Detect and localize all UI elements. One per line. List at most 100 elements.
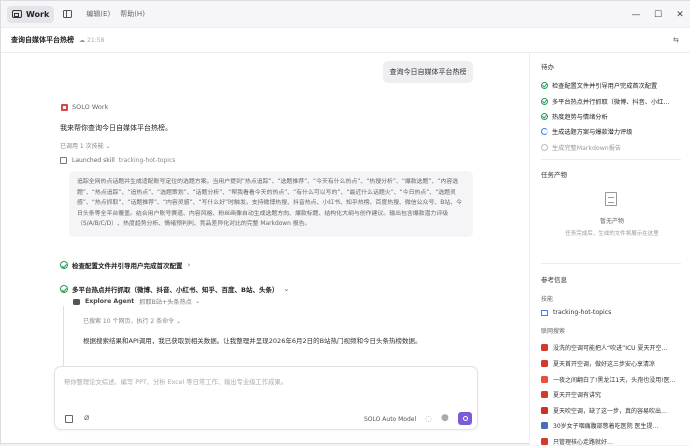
chat-bubble-icon[interactable]: ◌ [425, 414, 432, 423]
explore-agent-task: 抓取B站+头条热点 [139, 299, 192, 306]
chat-area: 查询今日自媒体平台热榜 SOLO Work 我来帮你查询今日自媒体平台热榜。 已… [1, 53, 529, 445]
products-title: 任务产物 [541, 171, 567, 179]
chevron-down-icon: ⌄ [283, 285, 290, 293]
app-name: Work [26, 9, 50, 19]
send-button[interactable] [458, 412, 472, 425]
reference-title: 参考信息 [541, 276, 567, 284]
news-source-icon [541, 422, 548, 429]
news-source-icon [541, 360, 548, 367]
maximize-button[interactable]: ☐ [647, 1, 669, 28]
chevron-right-icon: › [187, 261, 191, 269]
microphone-icon[interactable]: ● [441, 413, 449, 423]
launched-skill-label: Launched skill [72, 157, 115, 164]
news-item[interactable]: 夏天开空调有讲究 [541, 390, 690, 399]
robot-icon [73, 298, 80, 305]
solo-logo-icon [61, 103, 68, 111]
task-config[interactable]: 检查配置文件并引导用户完成首次配置 › [60, 260, 190, 270]
news-source-icon [541, 407, 548, 414]
book-icon [541, 309, 548, 316]
document-icon [605, 192, 617, 206]
workspace-tab[interactable]: Work [7, 5, 55, 23]
agent-header: SOLO Work [61, 103, 108, 111]
skill-link[interactable]: tracking-hot-topics [541, 309, 611, 316]
agent-intro: 我来帮你查询今日自媒体平台热榜。 [60, 124, 172, 132]
news-title: 夏天吹空调，缺了这一步，真的容易吹出… [553, 408, 668, 415]
products-empty-state: 暂无产物 任务完成后，生成的文件将展示在这里 [541, 183, 683, 258]
todo-label: 热度趋势与情绪分析 [552, 114, 608, 121]
launched-skill[interactable]: Launched skill tracking-hot-topics [60, 157, 175, 164]
todo-item: 多平台热点并行抓取（微博、抖音、小红… [541, 97, 670, 106]
app-window: Work 编辑(E) 帮助(H) — ☐ ✕ 查询自媒体平台热榜 ☁ 21:58… [0, 0, 690, 446]
divider [541, 263, 681, 264]
news-item[interactable]: 一夜之间翻白了!黑龙江1天，头孢也没用!医… [541, 375, 690, 384]
explore-agent-name: Explore Agent [85, 298, 135, 305]
result-text: 根据搜索结果和API调用，我已获取到相关数据。让我整理并呈现2026年6月2日的… [83, 337, 422, 345]
check-circle-icon [541, 82, 548, 89]
todo-item: 检查配置文件并引导用户完成首次配置 [541, 81, 657, 90]
attach-image-icon[interactable] [65, 415, 73, 423]
news-title: 一夜之间翻白了!黑龙江1天，头孢也没用!医… [553, 377, 676, 384]
web-search-label: 联网搜索 [541, 328, 566, 335]
todo-title: 待办 [541, 63, 554, 71]
book-icon [60, 157, 67, 164]
news-title: 夏天开空调有讲究 [553, 392, 602, 399]
todo-label: 生成完整Markdown报告 [552, 145, 622, 152]
input-placeholder: 帮你整理论文综述、编写 PPT、分析 Excel 等日常工作、输出专业级工作成果… [64, 379, 288, 386]
skill-link-label: tracking-hot-topics [553, 309, 612, 316]
divider [541, 159, 681, 160]
close-button[interactable]: ✕ [669, 1, 690, 28]
todo-item: 生成选题方案与爆款潜力评级 [541, 127, 632, 136]
user-message: 查询今日自媒体平台热榜 [383, 61, 473, 83]
todo-item: 热度趋势与情绪分析 [541, 112, 608, 121]
title-bar: Work 编辑(E) 帮助(H) — ☐ ✕ [1, 1, 690, 28]
news-title: 夏天首开空调，做好这三步安心享清凉 [553, 361, 656, 368]
minimize-button[interactable]: — [625, 1, 647, 28]
task-fetch-label: 多平台热点并行抓取（微博、抖音、小红书、知乎、百度、B站、头条） [72, 286, 279, 294]
menu-help[interactable]: 帮助(H) [120, 9, 145, 19]
news-item[interactable]: 夏天首开空调，做好这三步安心享清凉 [541, 359, 690, 368]
paperclip-icon[interactable]: ⌀ [84, 413, 89, 423]
skills-label: 技能 [541, 296, 554, 303]
menu-edit[interactable]: 编辑(E) [86, 9, 110, 19]
skill-description: 追踪全网热点话题并生成适配账号定位的选题方案。当用户提到“热点追踪”、“选题推荐… [69, 171, 473, 237]
products-empty-label: 暂无产物 [599, 218, 624, 225]
products-hint: 任务完成后，生成的文件将展示在这里 [565, 231, 659, 237]
check-circle-icon [541, 98, 548, 105]
right-panel: 待办 检查配置文件并引导用户完成首次配置 多平台热点并行抓取（微博、抖音、小红…… [529, 53, 690, 446]
task-fetch[interactable]: 多平台热点并行抓取（微博、抖音、小红书、知乎、百度、B站、头条） ⌄ [60, 284, 289, 294]
tools-used-toggle[interactable]: 已调用 1 次技能 ⌄ [60, 141, 111, 150]
search-summary[interactable]: 已搜索 10 个网页，执行 2 条命令 ⌄ [83, 316, 181, 325]
check-circle-icon [541, 113, 548, 120]
pending-circle-icon [541, 144, 548, 151]
agent-name: SOLO Work [72, 103, 109, 111]
cloud-icon: ☁ [79, 36, 85, 44]
conversation-header: 查询自媒体平台热榜 ☁ 21:58 ⇆ [1, 28, 690, 53]
news-item[interactable]: 没洗的空调可能把人“吹进”ICU 夏天开空… [541, 343, 690, 352]
message-input[interactable]: 帮你整理论文综述、编写 PPT、分析 Excel 等日常工作、输出专业级工作成果… [54, 366, 478, 430]
launched-skill-name: tracking-hot-topics [118, 157, 176, 164]
progress-spinner-icon [541, 128, 548, 135]
toggle-sidebar-icon[interactable] [63, 10, 73, 18]
news-item[interactable]: 30岁女子咽痛腹部憋着吃医院 医生提… [541, 421, 690, 430]
news-title: 没洗的空调可能把人“吹进”ICU 夏天开空… [553, 345, 668, 352]
chevron-down-icon: ⌄ [194, 298, 201, 305]
check-circle-icon [60, 261, 68, 269]
conversation-title: 查询自媒体平台热榜 [11, 36, 74, 44]
todo-label: 生成选题方案与爆款潜力评级 [552, 129, 633, 136]
app-icon [12, 10, 22, 18]
explore-agent-row[interactable]: Explore Agent 抓取B站+头条热点 ⌄ [73, 297, 200, 306]
todo-label: 检查配置文件并引导用户完成首次配置 [552, 83, 658, 90]
news-source-icon [541, 391, 548, 398]
todo-label: 多平台热点并行抓取（微博、抖音、小红… [552, 99, 670, 106]
news-item[interactable]: 只管理核心走路就好… [541, 437, 690, 446]
window-controls: — ☐ ✕ [625, 1, 690, 28]
task-config-label: 检查配置文件并引导用户完成首次配置 [72, 262, 183, 270]
send-icon [462, 416, 468, 421]
model-selector[interactable]: SOLO Auto Model [364, 416, 416, 423]
news-source-icon [541, 344, 548, 351]
search-summary-label: 已搜索 10 个网页，执行 2 条命令 [83, 318, 175, 325]
news-source-icon [541, 376, 548, 383]
tools-used-label: 已调用 1 次技能 [60, 143, 104, 150]
news-item[interactable]: 夏天吹空调，缺了这一步，真的容易吹出… [541, 406, 690, 415]
layout-toggle-icon[interactable]: ⇆ [673, 36, 681, 44]
